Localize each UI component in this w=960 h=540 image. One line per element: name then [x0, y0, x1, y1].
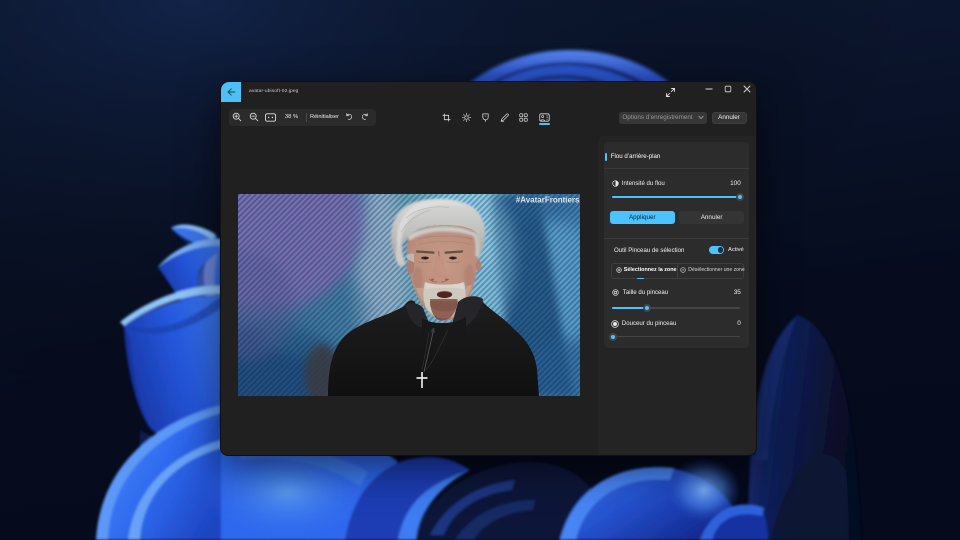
svg-text:#AvatarFrontiers: #AvatarFrontiers: [516, 196, 580, 205]
